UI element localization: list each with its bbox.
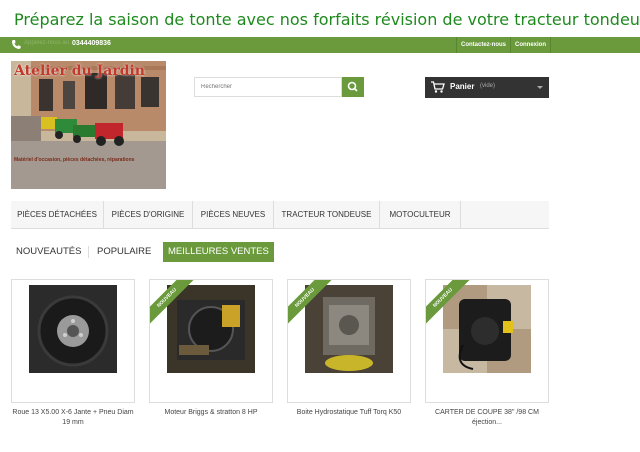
search-button[interactable] — [342, 77, 364, 97]
promo-banner: Préparez la saison de tonte avec nos for… — [14, 10, 640, 29]
call-us-label: Appelez-nous au : — [24, 40, 73, 46]
search-form — [194, 77, 364, 97]
product-name[interactable]: Moteur Briggs & stratton 8 HP — [149, 408, 273, 418]
tab-divider — [88, 246, 89, 258]
product-name[interactable]: CARTER DE COUPE 38" /98 CM éjection... — [425, 408, 549, 428]
logo-tagline: Matériel d'occasion, pièces détachées, r… — [14, 157, 135, 163]
shop-logo[interactable]: Atelier du Jardin Matériel d'occasion, p… — [11, 61, 166, 189]
search-icon — [347, 81, 358, 92]
menu-item-pieces-neuves[interactable]: PIÈCES NEUVES — [193, 201, 274, 228]
contact-link[interactable]: Contactez-nous — [456, 37, 510, 53]
product-image-frame[interactable] — [11, 279, 135, 403]
product-name[interactable]: Boite Hydrostatique Tuff Torq K50 — [287, 408, 411, 418]
search-input[interactable] — [194, 77, 342, 97]
product-image-frame[interactable]: NOUVEAU — [425, 279, 549, 403]
product-image-frame[interactable]: NOUVEAU — [287, 279, 411, 403]
tab-nouveautes[interactable]: NOUVEAUTÉS — [16, 242, 81, 262]
phone-icon — [12, 40, 21, 49]
menu-item-pieces-origine[interactable]: PIÈCES D'ORIGINE — [104, 201, 193, 228]
product-image-frame[interactable]: NOUVEAU — [149, 279, 273, 403]
cart-label: Panier — [450, 82, 475, 91]
product-image — [29, 285, 117, 373]
login-link[interactable]: Connexion — [510, 37, 551, 53]
tab-populaire[interactable]: POPULAIRE — [97, 242, 151, 262]
cart-button[interactable]: Panier (vide) — [425, 77, 549, 98]
top-bar: Appelez-nous au : 0344409836 Contactez-n… — [0, 37, 640, 53]
chevron-down-icon — [537, 86, 543, 89]
tab-meilleures-ventes[interactable]: MEILLEURES VENTES — [163, 242, 274, 262]
product-image — [305, 285, 393, 373]
cart-icon — [431, 81, 445, 93]
menu-item-tracteur-tondeuse[interactable]: TRACTEUR TONDEUSE — [274, 201, 380, 228]
product-image — [443, 285, 531, 373]
cart-status: (vide) — [480, 83, 496, 89]
logo-title: Atelier du Jardin — [14, 63, 145, 79]
product-image — [167, 285, 255, 373]
menu-item-motoculteur[interactable]: MOTOCULTEUR — [380, 201, 461, 228]
product-name[interactable]: Roue 13 X5.00 X-6 Jante + Pneu Diam 19 m… — [11, 408, 135, 428]
menu-item-pieces-detachees[interactable]: PIÈCES DÉTACHÉES — [11, 201, 104, 228]
logo-photo — [11, 61, 166, 189]
main-menu: PIÈCES DÉTACHÉES PIÈCES D'ORIGINE PIÈCES… — [11, 201, 549, 229]
phone-number[interactable]: 0344409836 — [72, 40, 111, 47]
